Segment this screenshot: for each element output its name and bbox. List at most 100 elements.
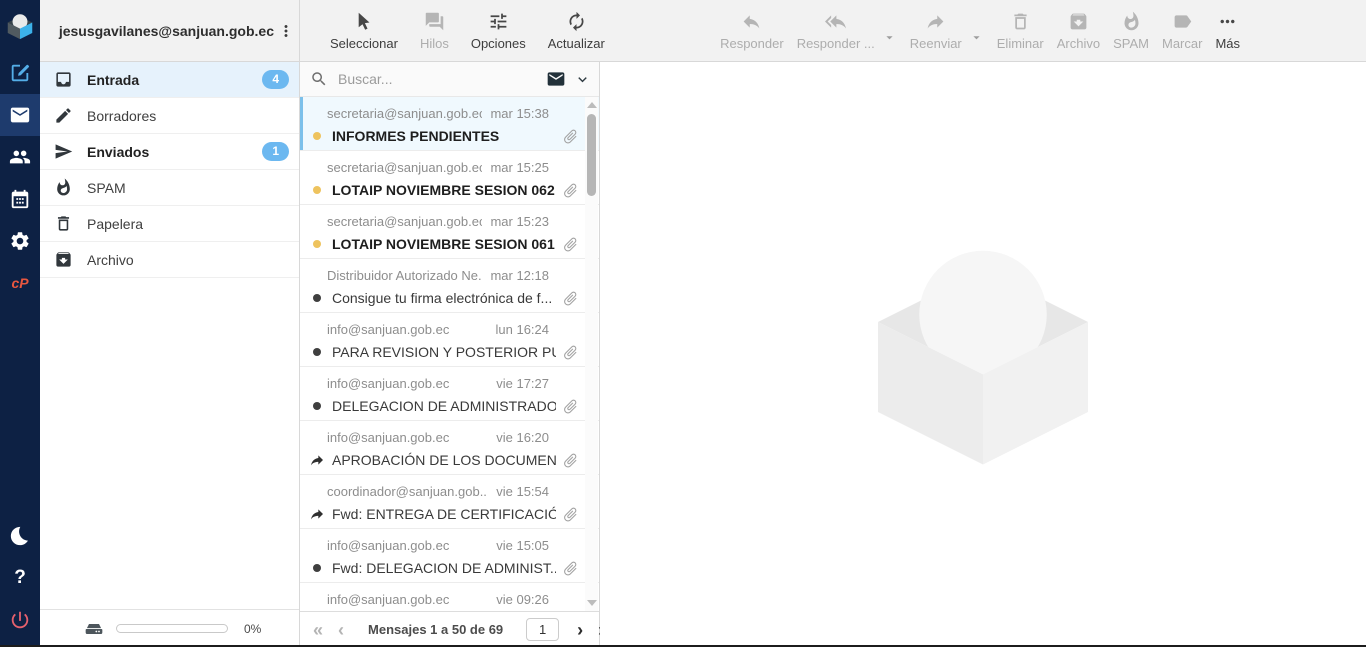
message-row[interactable]: info@sanjuan.gob.ecvie 17:27DELEGACION D… xyxy=(300,367,599,421)
watermark-logo-icon xyxy=(863,232,1103,472)
message-meta-line: info@sanjuan.gob.ecvie 16:20 xyxy=(300,426,599,448)
toolbar-button-hilos[interactable]: Hilos xyxy=(420,11,449,51)
message-list-column: secretaria@sanjuan.gob.ecmar 15:38INFORM… xyxy=(300,62,600,647)
rail-item-mail[interactable] xyxy=(0,94,40,136)
toolbar-button-spam[interactable]: SPAM xyxy=(1113,11,1149,51)
search-input[interactable] xyxy=(336,70,538,88)
folder-item-entrada[interactable]: Entrada 4 xyxy=(40,62,299,98)
attachment-icon xyxy=(558,394,582,418)
account-header: jesusgavilanes@sanjuan.gob.ec xyxy=(40,0,299,62)
rail-item-calendar[interactable] xyxy=(0,178,40,220)
rail-item-contacts[interactable] xyxy=(0,136,40,178)
message-time: mar 12:18 xyxy=(490,268,549,283)
fire-icon xyxy=(54,178,73,197)
search-icon xyxy=(310,70,328,88)
options-icon xyxy=(488,11,509,32)
quota-row: 0% xyxy=(40,609,299,647)
rail-item-dark-mode[interactable] xyxy=(0,515,40,557)
toolbar-button-responder[interactable]: Responder xyxy=(720,11,784,51)
search-bar xyxy=(300,62,599,97)
message-subject-line: PARA REVISION Y POSTERIOR PU... xyxy=(300,340,599,364)
toolbar-button-más[interactable]: Más xyxy=(1215,11,1240,51)
rail-item-cpanel[interactable]: cP xyxy=(0,262,40,304)
toolbar-button-reenviar[interactable]: Reenviar xyxy=(910,11,962,51)
folder-item-enviados[interactable]: Enviados1 xyxy=(40,134,299,170)
toolbar: Seleccionar Hilos Opciones Actualizar Respo… xyxy=(300,0,1366,62)
attachment-icon xyxy=(558,448,582,472)
toolbar-button-responder[interactable]: Responder ... xyxy=(797,11,875,51)
account-menu-button[interactable] xyxy=(277,22,295,40)
attachment-icon xyxy=(558,502,582,526)
message-subject-line: LOTAIP NOVIEMBRE SESION 062 xyxy=(300,178,599,202)
toolbar-button-eliminar[interactable]: Eliminar xyxy=(997,11,1044,51)
folder-label: Borradores xyxy=(87,108,156,124)
list-scrollbar[interactable] xyxy=(585,97,598,611)
dropdown-caret-button[interactable] xyxy=(882,30,897,50)
message-time: vie 09:26 xyxy=(496,592,549,607)
message-sender: secretaria@sanjuan.gob.ec xyxy=(327,214,482,229)
folder-item-borradores[interactable]: Borradores xyxy=(40,98,299,134)
message-subject-line xyxy=(300,610,599,611)
message-subject: Fwd: DELEGACION DE ADMINIST... xyxy=(332,560,556,576)
calendar-icon xyxy=(9,188,31,210)
rail-item-compose[interactable] xyxy=(0,52,40,94)
message-sender: info@sanjuan.gob.ec xyxy=(327,430,488,445)
inbox-icon xyxy=(54,70,73,89)
message-row[interactable]: secretaria@sanjuan.gob.ecmar 15:38INFORM… xyxy=(300,97,599,151)
message-sender: secretaria@sanjuan.gob.ec xyxy=(327,160,482,175)
folder-label: Entrada xyxy=(87,72,139,88)
message-row[interactable]: secretaria@sanjuan.gob.ecmar 15:23LOTAIP… xyxy=(300,205,599,259)
moon-icon xyxy=(9,525,31,547)
folder-item-papelera[interactable]: Papelera xyxy=(40,206,299,242)
attachment-icon xyxy=(558,124,582,148)
message-meta-line: info@sanjuan.gob.ecvie 09:26 xyxy=(300,588,599,610)
app-logo[interactable] xyxy=(0,0,40,52)
message-time: vie 15:54 xyxy=(496,484,549,499)
toolbar-button-archivo[interactable]: Archivo xyxy=(1057,11,1100,51)
prev-page-button[interactable]: ‹ xyxy=(335,621,347,639)
toolbar-button-label: Reenviar xyxy=(910,36,962,51)
message-subject: Consigue tu firma electrónica de f... xyxy=(332,290,556,306)
first-page-button[interactable]: « xyxy=(310,621,326,639)
forwarded-icon xyxy=(309,506,325,522)
rail-item-help[interactable]: ? xyxy=(0,557,40,599)
unread-count-badge: 4 xyxy=(262,70,289,88)
search-expand-chevron-icon[interactable] xyxy=(574,71,591,88)
message-row[interactable]: info@sanjuan.gob.ecvie 09:26 xyxy=(300,583,599,611)
toolbar-button-label: SPAM xyxy=(1113,36,1149,51)
reply-all-icon xyxy=(825,11,846,32)
scrollbar-thumb[interactable] xyxy=(587,114,596,196)
scrollbar-up-arrow-icon[interactable] xyxy=(587,102,597,108)
message-row[interactable]: info@sanjuan.gob.ecvie 16:20APROBACIÓN D… xyxy=(300,421,599,475)
message-row[interactable]: coordinador@sanjuan.gob....vie 15:54Fwd:… xyxy=(300,475,599,529)
message-time: mar 15:25 xyxy=(490,160,549,175)
toolbar-button-marcar[interactable]: Marcar xyxy=(1162,11,1202,51)
message-sender: info@sanjuan.gob.ec xyxy=(327,376,488,391)
toolbar-button-actualizar[interactable]: Actualizar xyxy=(548,11,605,51)
disk-quota-icon xyxy=(84,619,104,639)
main-area: Seleccionar Hilos Opciones Actualizar Respo… xyxy=(300,0,1366,647)
tag-icon xyxy=(1172,11,1193,32)
message-time: lun 16:24 xyxy=(496,322,550,337)
page-number-input[interactable] xyxy=(526,618,559,641)
next-page-button[interactable]: › xyxy=(574,621,586,639)
message-row[interactable]: info@sanjuan.gob.eclun 16:24PARA REVISIO… xyxy=(300,313,599,367)
message-time: vie 17:27 xyxy=(496,376,549,391)
dropdown-caret-button[interactable] xyxy=(969,30,984,50)
power-icon xyxy=(9,609,31,631)
folder-item-archivo[interactable]: Archivo xyxy=(40,242,299,278)
toolbar-button-opciones[interactable]: Opciones xyxy=(471,11,526,51)
rail-item-settings[interactable] xyxy=(0,220,40,262)
message-row[interactable]: info@sanjuan.gob.ecvie 15:05Fwd: DELEGAC… xyxy=(300,529,599,583)
search-scope-mail-icon[interactable] xyxy=(546,69,566,89)
rail-item-logout[interactable] xyxy=(0,599,40,641)
unread-flag-dot xyxy=(313,132,321,140)
message-sender: coordinador@sanjuan.gob.... xyxy=(327,484,488,499)
seen-dot xyxy=(313,348,321,356)
toolbar-button-label: Responder ... xyxy=(797,36,875,51)
message-row[interactable]: secretaria@sanjuan.gob.ec mar 15:25 LOTAIP… xyxy=(300,151,599,205)
folder-item-spam[interactable]: SPAM xyxy=(40,170,299,206)
toolbar-button-seleccionar[interactable]: Seleccionar xyxy=(330,11,398,51)
scrollbar-down-arrow-icon[interactable] xyxy=(587,600,597,606)
message-row[interactable]: Distribuidor Autorizado Ne...mar 12:18Co… xyxy=(300,259,599,313)
